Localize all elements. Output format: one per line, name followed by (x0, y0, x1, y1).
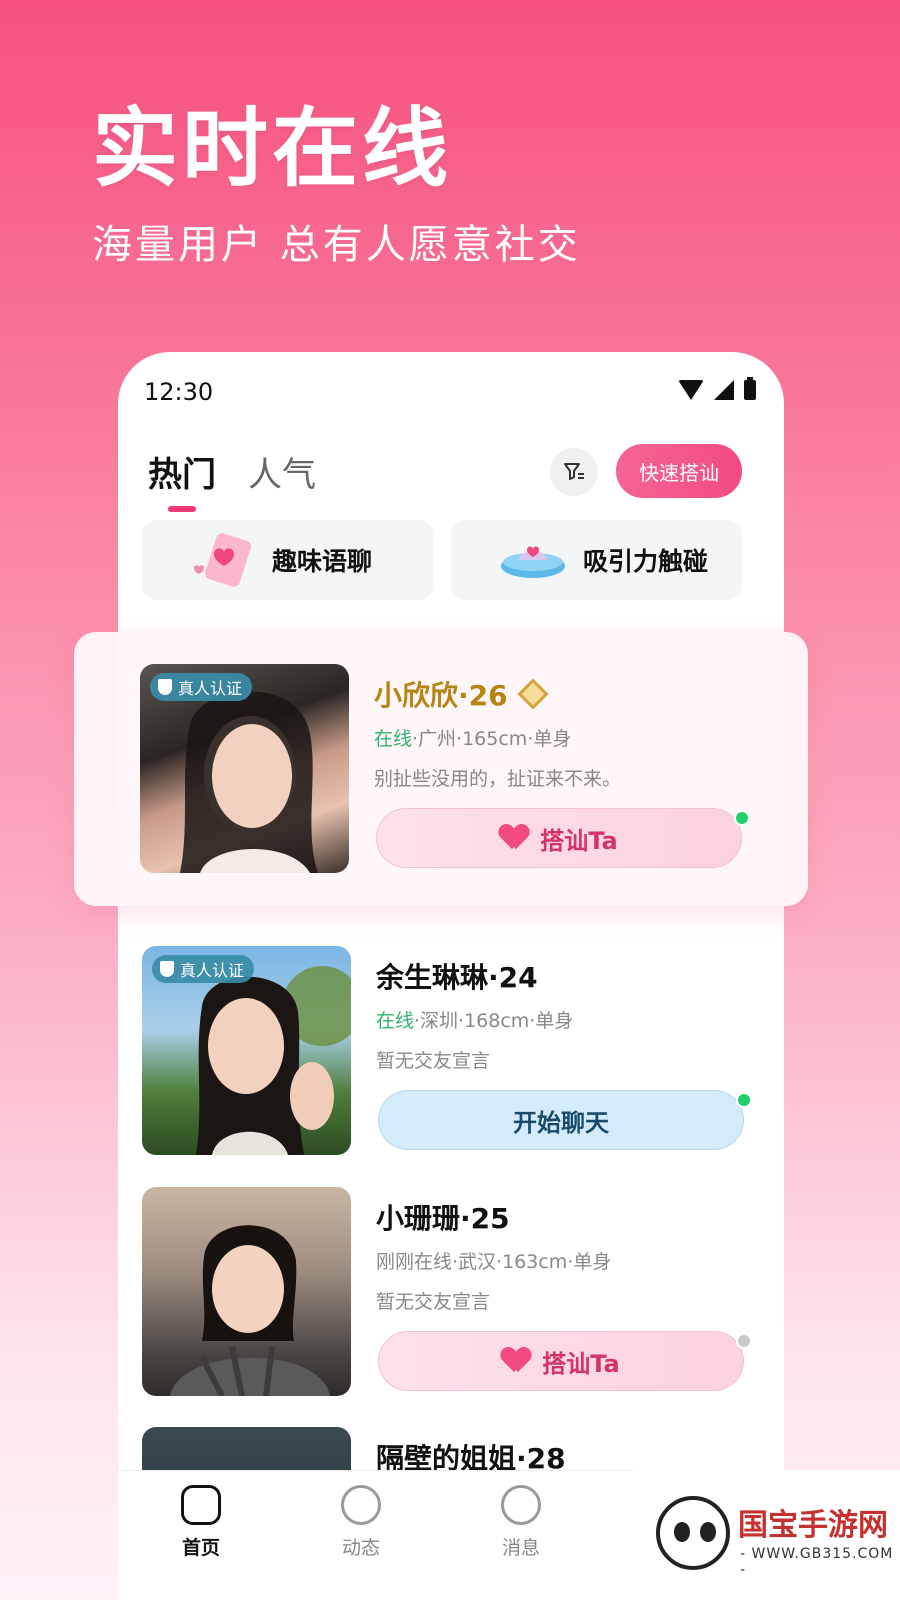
filter-icon (564, 463, 584, 480)
profile-name: 小欣欣·26 (374, 674, 549, 714)
avatar[interactable]: 真人认证 (140, 664, 349, 873)
status-bar: 12:30 (118, 352, 784, 432)
verified-label: 真人认证 (180, 961, 245, 980)
hero-title: 实时在线 (92, 99, 452, 199)
signal-icon (714, 380, 734, 400)
status-time: 12:30 (144, 378, 214, 406)
greet-button[interactable]: 搭讪Ta (376, 808, 742, 868)
profile-bio: 暂无交友宣言 (376, 1050, 491, 1072)
profile-name: 隔壁的姐姐·28 (376, 1437, 566, 1470)
greet-button-label: 搭讪Ta (542, 1349, 620, 1378)
online-dot (734, 810, 750, 826)
shield-icon (160, 961, 174, 977)
vip-diamond-icon (517, 678, 549, 710)
profile-name-text: 隔壁的姐姐·28 (376, 1442, 566, 1470)
shield-icon (158, 679, 172, 695)
feature-attraction-label: 吸引力触碰 (583, 547, 709, 576)
profile-bio: 暂无交友宣言 (376, 1291, 491, 1313)
wifi-icon (678, 380, 704, 400)
profile-row[interactable]: 小珊珊·25 刚刚在线·武汉·163cm·单身 暂无交友宣言 搭讪Ta (142, 1187, 760, 1397)
panda-eye-icon (674, 1522, 690, 1542)
profile-bio: 别扯些没用的，扯证来不来。 (374, 768, 622, 790)
watermark-url: - WWW.GB315.COM - (740, 1546, 894, 1578)
system-icons (678, 377, 756, 400)
avatar-photo (170, 1225, 330, 1396)
verified-badge: 真人认证 (152, 955, 255, 983)
offline-dot (736, 1333, 752, 1349)
watermark: 国宝手游网 - WWW.GB315.COM - (634, 1470, 900, 1600)
profile-meta: 刚刚在线·武汉·163cm·单身 (376, 1247, 611, 1274)
profile-name-text: 小珊珊·25 (376, 1202, 510, 1235)
verified-badge: 真人认证 (150, 673, 253, 701)
phone-heart-icon (194, 533, 251, 587)
profile-row[interactable]: 隔壁的姐姐·28 (142, 1427, 760, 1470)
feature-attraction[interactable]: 吸引力触碰 (451, 520, 742, 600)
feature-voice-chat[interactable]: 趣味语聊 (142, 520, 433, 600)
profile-name-text: 小欣欣·26 (374, 679, 508, 712)
avatar[interactable] (142, 1427, 351, 1470)
avatar[interactable]: 真人认证 (142, 946, 351, 1155)
featured-profile-card[interactable]: 真人认证 小欣欣·26 在线·广州·165cm·单身 别扯些没用的，扯证来不来。… (74, 632, 808, 906)
battery-icon (744, 377, 756, 400)
tab-popular[interactable]: 人气 (248, 447, 316, 496)
feature-row: 趣味语聊 吸引力触碰 (142, 520, 742, 600)
profile-details: ·深圳·168cm·单身 (414, 1010, 574, 1032)
watermark-text: 国宝手游网 (738, 1508, 888, 1543)
nav-home[interactable]: 首页 (156, 1485, 246, 1560)
tab-hot[interactable]: 热门 (148, 447, 216, 512)
avatar[interactable] (142, 1187, 351, 1396)
panda-eye-icon (700, 1522, 716, 1542)
feature-voice-chat-label: 趣味语聊 (272, 547, 373, 576)
ufo-icon (501, 546, 565, 578)
profile-name-text: 余生琳琳·24 (376, 961, 538, 994)
profile-meta: 在线·深圳·168cm·单身 (376, 1006, 573, 1033)
nav-messages[interactable]: 消息 (476, 1485, 566, 1560)
greet-button-label: 搭讪Ta (540, 826, 618, 855)
nav-home-label: 首页 (181, 1537, 220, 1559)
filter-button[interactable] (550, 448, 598, 496)
quick-chat-button[interactable]: 快速搭讪 (616, 444, 742, 498)
star-icon (341, 1485, 381, 1525)
nav-moments-label: 动态 (341, 1537, 380, 1559)
home-icon (181, 1485, 221, 1525)
start-chat-label: 开始聊天 (513, 1108, 609, 1137)
online-status: 在线 (376, 1010, 415, 1032)
tab-bar: 热门 人气 (148, 447, 316, 512)
nav-moments[interactable]: 动态 (316, 1485, 406, 1560)
profile-name: 小珊珊·25 (376, 1197, 510, 1237)
start-chat-button[interactable]: 开始聊天 (378, 1090, 744, 1150)
greet-button[interactable]: 搭讪Ta (378, 1331, 744, 1391)
message-icon (501, 1485, 541, 1525)
profile-meta: 在线·广州·165cm·单身 (374, 724, 571, 751)
profile-row[interactable]: 真人认证 余生琳琳·24 在线·深圳·168cm·单身 暂无交友宣言 开始聊天 (142, 946, 760, 1156)
heart-icon (502, 1348, 530, 1374)
heart-icon (500, 825, 528, 851)
profile-details: ·广州·165cm·单身 (412, 728, 572, 750)
tab-hot-label: 热门 (148, 455, 216, 495)
hero-subtitle: 海量用户 总有人愿意社交 (92, 222, 581, 268)
tab-active-indicator (168, 506, 196, 512)
profile-details: 刚刚在线·武汉·163cm·单身 (376, 1251, 612, 1273)
nav-messages-label: 消息 (501, 1537, 540, 1559)
profile-name: 余生琳琳·24 (376, 956, 538, 996)
panda-logo-icon (656, 1496, 730, 1570)
tab-popular-label: 人气 (248, 455, 316, 495)
online-status: 在线 (374, 728, 413, 750)
verified-label: 真人认证 (178, 679, 243, 698)
online-dot (736, 1092, 752, 1108)
